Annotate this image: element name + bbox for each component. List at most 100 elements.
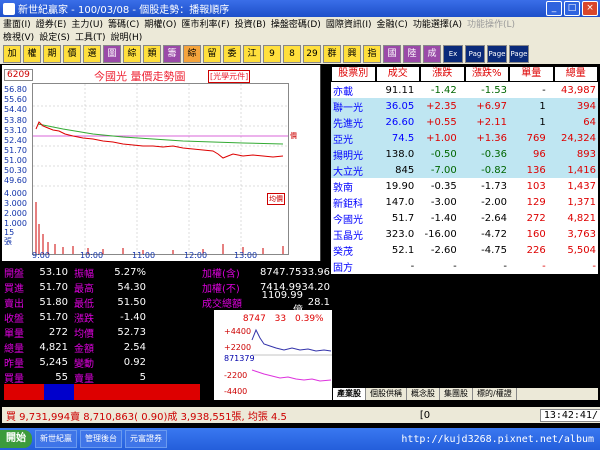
cell: +0.55 bbox=[426, 116, 457, 128]
menu-item[interactable]: 說明(H) bbox=[110, 30, 142, 43]
cell: 103 bbox=[526, 180, 546, 192]
mini-label: 加權 bbox=[214, 314, 233, 324]
toolbar-button[interactable]: 期 bbox=[43, 45, 61, 63]
quote-value: 51.80 bbox=[39, 297, 68, 308]
menu-item[interactable]: 檢視(V) bbox=[3, 30, 34, 43]
taskbar-item[interactable]: 管理後台 bbox=[80, 430, 122, 448]
table-row[interactable]: 癸茂 52.1 -2.60 -4.75 226 5,504 bbox=[331, 242, 598, 258]
toolbar-button[interactable]: 類 bbox=[143, 45, 161, 63]
toolbar-button[interactable]: Ex bbox=[443, 45, 463, 63]
menu-bar: 畫面(I) 證券(E) 主力(U) 籌碼(C) 期權(O) 匯市利率(F) 投資… bbox=[0, 17, 600, 44]
cell: -1.53 bbox=[481, 84, 508, 96]
toolbar-button[interactable]: 籌 bbox=[163, 45, 181, 63]
cell: 394 bbox=[576, 100, 596, 112]
cell: - bbox=[410, 260, 415, 272]
tab-warrant[interactable]: 標的/權證 bbox=[473, 388, 517, 400]
menu-item[interactable]: 操盤密碼(D) bbox=[271, 17, 321, 30]
taskbar-item[interactable]: 新世紀贏 bbox=[35, 430, 77, 448]
toolbar-button[interactable]: 委 bbox=[223, 45, 241, 63]
toolbar-button[interactable]: 價 bbox=[63, 45, 81, 63]
cell: 136 bbox=[526, 164, 546, 176]
average-price-line bbox=[37, 123, 284, 145]
column-header[interactable]: 股票別 bbox=[332, 66, 375, 81]
table-row[interactable]: 聯一光 36.05 +2.35 +6.97 1 394 bbox=[331, 98, 598, 114]
toolbar-button[interactable]: 陸 bbox=[403, 45, 421, 63]
x-tick: 13:00 bbox=[234, 251, 258, 260]
menu-item[interactable]: 工具(T) bbox=[75, 30, 106, 43]
menu-item[interactable]: 設定(S) bbox=[39, 30, 70, 43]
table-row[interactable]: 先進光 26.60 +0.55 +2.11 1 64 bbox=[331, 114, 598, 130]
tab-industry[interactable]: 產業股 bbox=[333, 388, 366, 400]
menu-item[interactable]: 證券(E) bbox=[36, 17, 67, 30]
toolbar-button[interactable]: 指 bbox=[363, 45, 381, 63]
toolbar-button[interactable]: 29 bbox=[303, 45, 321, 63]
table-row[interactable]: 揚明光 138.0 -0.50 -0.36 96 893 bbox=[331, 146, 598, 162]
taskbar-item[interactable]: 元富證券 bbox=[125, 430, 167, 448]
toolbar-button[interactable]: 綜 bbox=[183, 45, 201, 63]
toolbar-button[interactable]: 國 bbox=[383, 45, 401, 63]
cell: 1,437 bbox=[567, 180, 596, 192]
cell: 新鉅科 bbox=[333, 198, 363, 210]
table-row[interactable]: 大立光 845 -7.00 -0.82 136 1,416 bbox=[331, 162, 598, 178]
cell: - bbox=[453, 260, 457, 272]
start-button[interactable]: 開始 bbox=[0, 430, 32, 448]
menu-item[interactable]: 國際資訊(I) bbox=[326, 17, 372, 30]
minimize-button[interactable]: _ bbox=[546, 1, 562, 16]
menu-item[interactable]: 匯市利率(F) bbox=[181, 17, 229, 30]
table-row[interactable]: 固方 - - - - - bbox=[331, 258, 598, 274]
menu-item[interactable]: 畫面(I) bbox=[3, 17, 31, 30]
cell: +2.11 bbox=[476, 116, 508, 128]
column-header[interactable]: 單量 bbox=[510, 66, 553, 81]
toolbar-button[interactable]: Page bbox=[509, 45, 529, 63]
quote-row: 收盤 51.70 漲跌 -1.40 bbox=[4, 310, 202, 325]
column-header[interactable]: 漲跌 bbox=[421, 66, 464, 81]
toolbar-button[interactable]: 圖 bbox=[103, 45, 121, 63]
tab-stock-supply[interactable]: 個股供稱 bbox=[366, 388, 407, 400]
table-row[interactable]: 玉晶光 323.0 -16.00 -4.72 160 3,763 bbox=[331, 226, 598, 242]
toolbar-button[interactable]: Pag bbox=[465, 45, 485, 63]
menu-item[interactable]: 功能選擇(A) bbox=[413, 17, 462, 30]
cell: 272 bbox=[526, 212, 546, 224]
quote-row: 總量 4,821 金額 2.54 bbox=[4, 340, 202, 355]
column-header[interactable]: 總量 bbox=[554, 66, 597, 81]
toolbar-button[interactable]: 加 bbox=[3, 45, 21, 63]
table-row[interactable]: 新鉅科 147.0 -3.00 -2.00 129 1,371 bbox=[331, 194, 598, 210]
menu-item[interactable]: 期權(O) bbox=[144, 17, 176, 30]
menu-item[interactable]: 籌碼(C) bbox=[108, 17, 139, 30]
stock-code: 6209 bbox=[4, 69, 33, 81]
toolbar-button[interactable]: 留 bbox=[203, 45, 221, 63]
toolbar-button[interactable]: Page bbox=[487, 45, 507, 63]
toolbar-button[interactable]: 9 bbox=[263, 45, 281, 63]
toolbar-button[interactable]: 江 bbox=[243, 45, 261, 63]
column-header[interactable]: 成交 bbox=[376, 66, 419, 81]
toolbar-button[interactable]: 權 bbox=[23, 45, 41, 63]
column-header[interactable]: 漲跌% bbox=[465, 66, 508, 81]
close-button[interactable]: × bbox=[582, 1, 598, 16]
table-row[interactable]: 亦載 91.11 -1.42 -1.53 - 43,987 bbox=[331, 82, 598, 98]
toolbar-button[interactable]: 選 bbox=[83, 45, 101, 63]
table-row[interactable]: 敦南 19.90 -0.35 -1.73 103 1,437 bbox=[331, 178, 598, 194]
index-change: 34.20 bbox=[301, 282, 330, 293]
trade-summary: 買 9,731,994賣 8,710,863( 0.90)成 3,938,551… bbox=[6, 411, 287, 423]
menu-item[interactable]: 金融(C) bbox=[377, 17, 408, 30]
toolbar-button[interactable]: 8 bbox=[283, 45, 301, 63]
chart-title: 今國光 量價走勢圖 bbox=[94, 70, 186, 83]
index-change: 28.1 bbox=[307, 297, 331, 308]
quote-value: 5,245 bbox=[39, 357, 68, 368]
toolbar-button[interactable]: 成 bbox=[423, 45, 441, 63]
main-window: 6209 今國光 量價走勢圖 [光學元件] 56.80 55.60 54.40 … bbox=[2, 65, 600, 425]
toolbar-button[interactable]: 群 bbox=[323, 45, 341, 63]
y-tick: 49.60 bbox=[4, 176, 27, 185]
menu-item[interactable]: 主力(U) bbox=[71, 17, 103, 30]
table-row[interactable]: 亞光 74.5 +1.00 +1.36 769 24,324 bbox=[331, 130, 598, 146]
x-tick: 9:00 bbox=[32, 251, 50, 260]
toolbar-button[interactable]: 綜 bbox=[123, 45, 141, 63]
cell: -1.73 bbox=[481, 180, 508, 192]
y-tick: 51.70 bbox=[4, 146, 27, 155]
toolbar-button[interactable]: 興 bbox=[343, 45, 361, 63]
maximize-button[interactable]: □ bbox=[564, 1, 580, 16]
menu-item[interactable]: 投資(B) bbox=[235, 17, 266, 30]
tab-concept[interactable]: 概念股 bbox=[407, 388, 440, 400]
table-row[interactable]: 今國光 51.7 -1.40 -2.64 272 4,821 bbox=[331, 210, 598, 226]
tab-group[interactable]: 集團股 bbox=[440, 388, 473, 400]
